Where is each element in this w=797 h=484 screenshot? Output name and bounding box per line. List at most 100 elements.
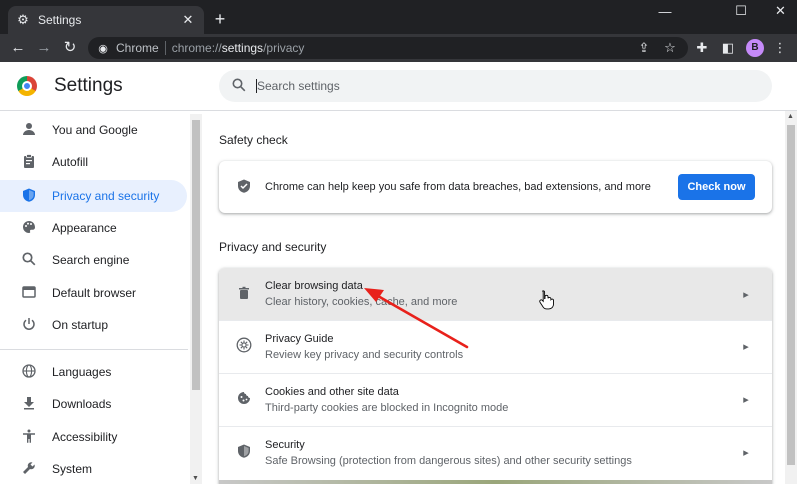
power-icon [19,317,39,334]
tab-title: Settings [38,13,82,27]
scroll-down-arrow-icon[interactable]: ▼ [192,475,199,482]
chrome-site-icon: ◉ [98,42,108,55]
cookie-icon [235,391,253,408]
search-icon [231,78,247,94]
shield-icon [235,444,253,461]
row-texts: Security Safe Browsing (protection from … [265,439,736,467]
row-subtitle: Review key privacy and security controls [265,348,464,361]
sidebar-item-autofill[interactable]: Autofill [0,146,187,178]
sidebar-divider [0,349,188,350]
search-icon [19,251,39,269]
palette-icon [19,220,39,237]
reload-icon[interactable]: ↻ [60,38,80,58]
main-scrollbar[interactable]: ▲ [785,111,797,484]
row-texts: Cookies and other site data Third-party … [265,386,736,414]
tab-settings[interactable]: ⚙ Settings ✕ [8,6,204,34]
safety-check-row: Chrome can help keep you safe from data … [219,161,772,213]
scroll-up-arrow-icon[interactable]: ▲ [787,113,794,120]
new-tab-button[interactable]: + [210,9,230,29]
url-path: /privacy [263,41,305,55]
bookmark-star-icon[interactable]: ☆ [660,38,680,58]
forward-icon[interactable]: → [34,38,54,58]
sidebar-item-appearance[interactable]: Appearance [0,212,187,244]
check-now-button[interactable]: Check now [678,174,755,200]
sidebar-item-you-and-google[interactable]: You and Google [0,114,187,146]
chevron-right-icon: ▸ [743,447,749,459]
sidebar-item-accessibility[interactable]: Accessibility [0,421,187,453]
download-icon [19,396,39,413]
sidebar-item-languages[interactable]: Languages [0,356,187,388]
row-title: Security [265,438,305,451]
chevron-right-icon: ▸ [743,394,749,406]
clipboard-icon [19,153,39,171]
tab-close-icon[interactable]: ✕ [180,12,196,28]
side-panel-icon[interactable]: ◧ [718,38,738,58]
maximize-button[interactable]: ☐ [718,0,764,22]
url-host: settings [221,41,264,55]
chevron-right-icon: ▸ [743,341,749,353]
globe-icon [19,363,39,381]
safety-check-card: Chrome can help keep you safe from data … [219,161,772,213]
url-text: chrome://settings/privacy [172,41,305,55]
sidebar-item-label: Languages [52,365,112,379]
minimize-button[interactable]: — [642,0,688,22]
sidebar-scrollbar-thumb[interactable] [192,120,200,390]
shield-icon [19,188,39,205]
page-title: Settings [54,75,123,96]
sidebar-item-label: You and Google [52,123,138,137]
close-window-button[interactable]: ✕ [764,0,797,22]
row-texts: Clear browsing data Clear history, cooki… [265,280,736,308]
search-box[interactable] [219,70,772,102]
sidebar-item-label: Privacy and security [52,189,160,203]
tab-strip: ⚙ Settings ✕ + — ☐ ✕ [0,0,797,34]
privacy-guide-row[interactable]: Privacy Guide Review key privacy and sec… [219,320,772,372]
sidebar-item-label: Accessibility [52,430,118,444]
sidebar-item-downloads[interactable]: Downloads [0,388,187,420]
share-icon[interactable]: ⇪ [634,38,654,58]
chrome-logo-icon [17,76,37,96]
sidebar-item-default-browser[interactable]: Default browser [0,277,187,309]
menu-icon[interactable]: ⋮ [770,38,790,58]
row-subtitle: Clear history, cookies, cache, and more [265,296,458,308]
privacy-guide-icon [235,337,253,356]
sidebar-item-label: Default browser [52,286,137,300]
row-title: Clear browsing data [265,280,363,292]
search-input[interactable] [257,79,737,93]
sidebar-item-privacy-and-security[interactable]: Privacy and security [0,180,187,212]
cookies-row[interactable]: Cookies and other site data Third-party … [219,373,772,425]
sidebar-scrollbar[interactable]: ▼ [190,114,202,484]
shield-check-icon [235,179,253,196]
taskbar-edge [219,480,772,484]
person-icon [19,122,39,139]
sidebar-item-label: Appearance [52,221,117,235]
sidebar-item-search-engine[interactable]: Search engine [0,244,187,276]
row-title: Cookies and other site data [265,385,399,398]
accessibility-icon [19,429,39,446]
row-texts: Privacy Guide Review key privacy and sec… [265,333,736,361]
row-subtitle: Safe Browsing (protection from dangerous… [265,454,632,467]
address-bar[interactable]: ◉ Chrome chrome://settings/privacy [88,37,688,59]
extensions-icon[interactable]: ✚ [692,38,712,58]
safety-check-text: Chrome can help keep you safe from data … [265,181,651,193]
text-caret [256,79,257,93]
omnibox-separator [164,41,166,55]
privacy-heading: Privacy and security [219,240,327,254]
row-subtitle: Third-party cookies are blocked in Incog… [265,401,509,414]
browser-toolbar: ← → ↻ ◉ Chrome chrome://settings/privacy… [0,34,797,62]
sidebar-item-label: On startup [52,318,109,332]
back-icon[interactable]: ← [8,38,28,58]
main-scrollbar-thumb[interactable] [787,125,795,465]
clear-browsing-data-row[interactable]: Clear browsing data Clear history, cooki… [219,268,772,320]
wrench-icon [19,461,39,478]
sidebar-item-system[interactable]: System [0,453,187,484]
avatar[interactable]: B [746,39,764,57]
sidebar-item-label: Search engine [52,253,130,267]
sidebar-item-on-startup[interactable]: On startup [0,309,187,341]
sidebar-item-label: System [52,462,93,476]
sidebar-item-label: Downloads [52,397,112,411]
security-row[interactable]: Security Safe Browsing (protection from … [219,426,772,478]
chevron-right-icon: ▸ [743,288,749,301]
header-divider [0,110,797,111]
trash-icon [235,286,253,303]
gear-icon: ⚙ [17,12,29,27]
